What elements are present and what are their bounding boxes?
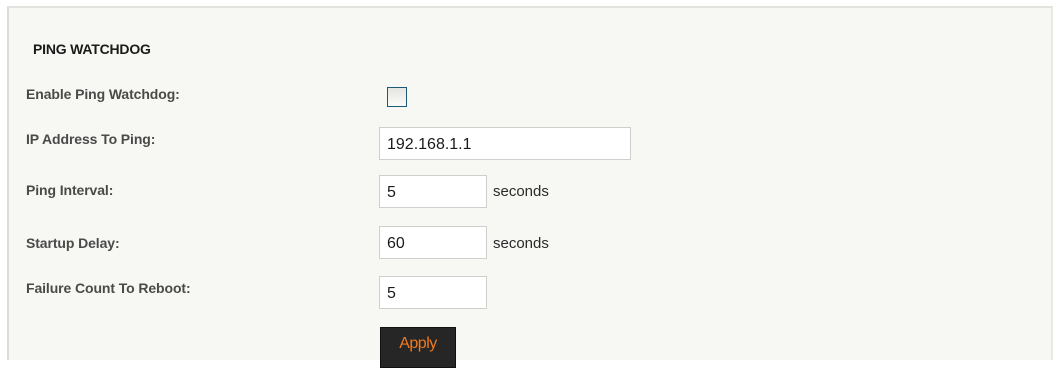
ping-interval-unit: seconds: [493, 183, 549, 200]
startup-delay-unit: seconds: [493, 235, 549, 252]
startup-delay-label: Startup Delay:: [26, 235, 120, 251]
apply-button[interactable]: Apply: [380, 327, 456, 368]
ping-watchdog-panel: PING WATCHDOG Enable Ping Watchdog: IP A…: [7, 6, 1053, 368]
enable-ping-watchdog-checkbox[interactable]: [387, 87, 407, 107]
ping-interval-label: Ping Interval:: [26, 182, 114, 198]
ip-address-input[interactable]: 192.168.1.1: [379, 127, 631, 160]
section-title: PING WATCHDOG: [33, 41, 151, 57]
ping-interval-input[interactable]: 5: [379, 175, 487, 208]
failure-count-input[interactable]: 5: [379, 276, 487, 309]
enable-ping-watchdog-label: Enable Ping Watchdog:: [26, 86, 180, 102]
startup-delay-input[interactable]: 60: [379, 226, 487, 259]
ip-address-label: IP Address To Ping:: [26, 131, 156, 147]
failure-count-label: Failure Count To Reboot:: [26, 280, 191, 296]
